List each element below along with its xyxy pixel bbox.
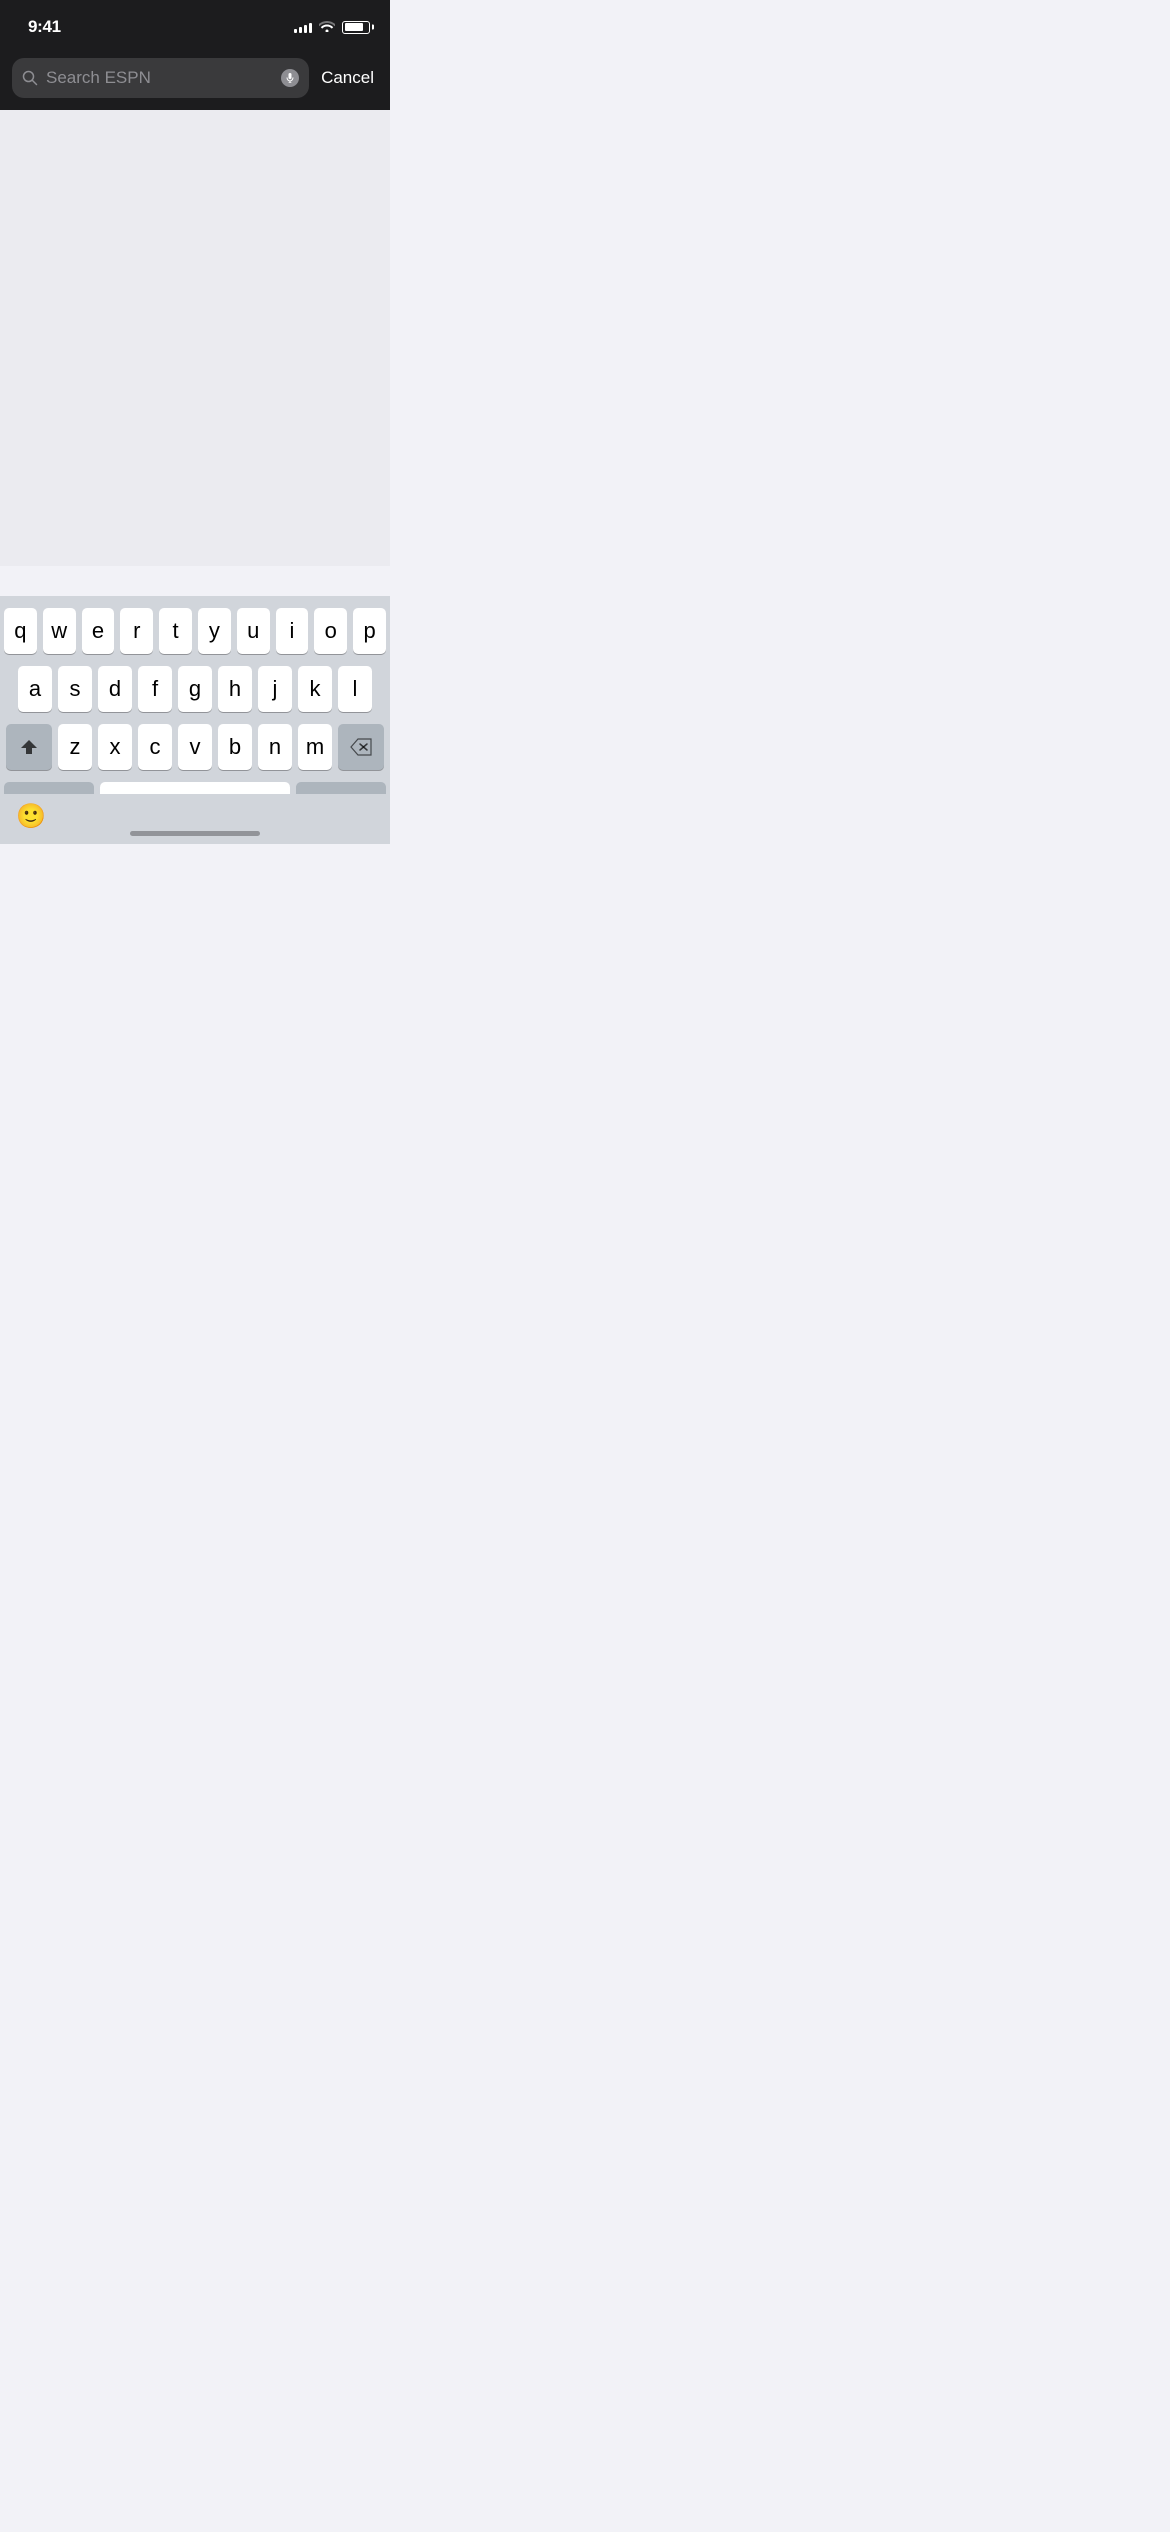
key-s[interactable]: s xyxy=(58,666,92,712)
key-r[interactable]: r xyxy=(120,608,153,654)
signal-icon xyxy=(294,21,312,33)
key-f[interactable]: f xyxy=(138,666,172,712)
delete-icon xyxy=(350,738,372,756)
main-content xyxy=(0,110,390,566)
keyboard-row-3: z x c v b n m xyxy=(4,724,386,770)
keyboard-row-1: q w e r t y u i o p xyxy=(4,608,386,654)
search-input[interactable] xyxy=(46,68,273,88)
key-v[interactable]: v xyxy=(178,724,212,770)
battery-fill xyxy=(345,23,363,31)
key-y[interactable]: y xyxy=(198,608,231,654)
key-g[interactable]: g xyxy=(178,666,212,712)
key-h[interactable]: h xyxy=(218,666,252,712)
key-x[interactable]: x xyxy=(98,724,132,770)
wifi-icon xyxy=(319,19,335,35)
search-icon xyxy=(22,70,38,86)
battery-icon xyxy=(342,21,370,34)
status-time: 9:41 xyxy=(28,17,61,37)
key-j[interactable]: j xyxy=(258,666,292,712)
key-e[interactable]: e xyxy=(82,608,115,654)
keyboard-bottom-bar: 🙂 xyxy=(0,794,390,844)
shift-key[interactable] xyxy=(6,724,52,770)
key-z[interactable]: z xyxy=(58,724,92,770)
status-icons xyxy=(294,19,370,35)
search-input-wrapper[interactable] xyxy=(12,58,309,98)
status-bar: 9:41 xyxy=(0,0,390,50)
key-i[interactable]: i xyxy=(276,608,309,654)
cancel-button[interactable]: Cancel xyxy=(317,68,378,88)
key-u[interactable]: u xyxy=(237,608,270,654)
search-bar-container: Cancel xyxy=(0,50,390,110)
keyboard: q w e r t y u i o p a s d f g h j k l z … xyxy=(0,596,390,844)
key-m[interactable]: m xyxy=(298,724,332,770)
emoji-key[interactable]: 🙂 xyxy=(16,802,46,831)
shift-icon xyxy=(19,737,39,757)
delete-key[interactable] xyxy=(338,724,384,770)
key-o[interactable]: o xyxy=(314,608,347,654)
key-d[interactable]: d xyxy=(98,666,132,712)
key-b[interactable]: b xyxy=(218,724,252,770)
key-p[interactable]: p xyxy=(353,608,386,654)
key-t[interactable]: t xyxy=(159,608,192,654)
key-c[interactable]: c xyxy=(138,724,172,770)
key-w[interactable]: w xyxy=(43,608,76,654)
key-q[interactable]: q xyxy=(4,608,37,654)
key-l[interactable]: l xyxy=(338,666,372,712)
home-indicator xyxy=(130,831,260,836)
key-a[interactable]: a xyxy=(18,666,52,712)
key-n[interactable]: n xyxy=(258,724,292,770)
mic-button[interactable] xyxy=(281,69,299,87)
key-k[interactable]: k xyxy=(298,666,332,712)
keyboard-row-2: a s d f g h j k l xyxy=(4,666,386,712)
